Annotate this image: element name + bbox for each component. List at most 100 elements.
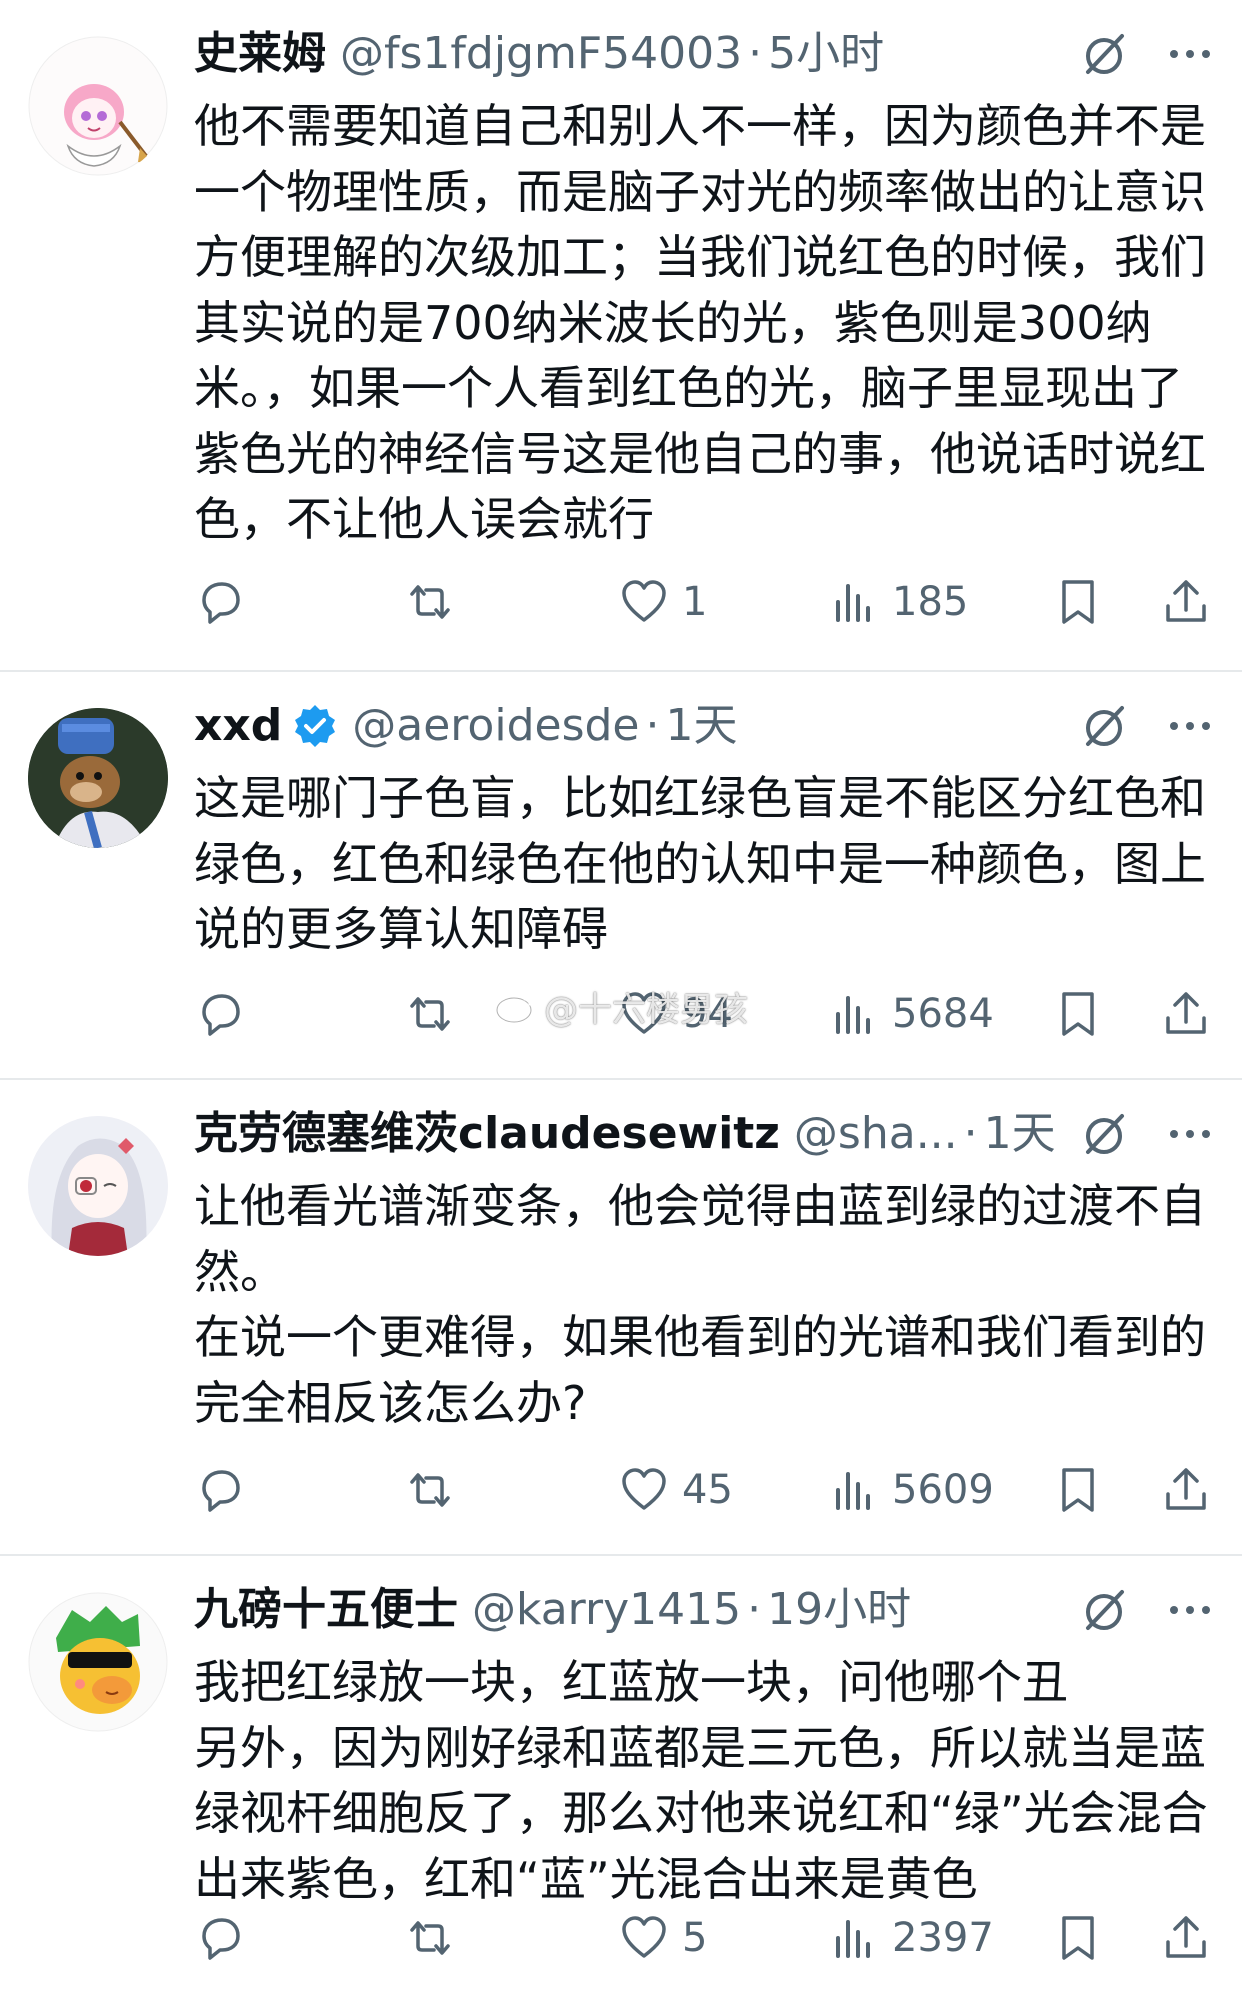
bookmark-button[interactable] [1052, 984, 1104, 1044]
views-icon [836, 1920, 870, 1958]
retweet-button[interactable] [404, 1908, 456, 1968]
views-icon [836, 996, 870, 1034]
share-button[interactable] [1160, 984, 1212, 1044]
like-button[interactable]: 45 [618, 1460, 733, 1520]
reply-icon [202, 1918, 240, 1960]
author-name[interactable]: xxd [194, 694, 282, 758]
heart-icon [622, 1468, 666, 1510]
retweet-icon [410, 997, 450, 1031]
share-icon [1166, 1468, 1206, 1510]
timestamp[interactable]: 19小时 [767, 1578, 911, 1642]
heart-icon [622, 580, 666, 622]
avatar[interactable] [28, 1592, 168, 1732]
bookmark-icon [1062, 992, 1094, 1036]
reply-tweet[interactable]: 九磅十五便士 @karry1415 · 19小时 我把红绿放一块，红蓝放一块，问… [0, 1556, 1242, 2008]
retweet-button[interactable] [404, 572, 456, 632]
tweet-text: 这是哪门子色盲，比如红绿色盲是不能区分红色和绿色，红色和绿色在他的认知中是一种颜… [194, 771, 1206, 956]
separator-dot: · [645, 700, 660, 751]
separator-dot: · [747, 1584, 762, 1635]
avatar[interactable] [28, 708, 168, 848]
tweet-header: 九磅十五便士 @karry1415 · 19小时 [194, 1578, 1222, 1642]
reply-tweet[interactable]: 克劳德塞维茨claudesewitz @sha... · 1天 让他看光谱渐变条… [0, 1080, 1242, 1554]
grok-icon[interactable] [1078, 700, 1130, 752]
avatar[interactable] [28, 36, 168, 176]
views-count: 5609 [892, 1467, 994, 1513]
tweet-text: 他不需要知道自己和别人不一样，因为颜色并不是一个物理性质，而是脑子对光的频率做出… [194, 99, 1206, 546]
more-icon[interactable] [1166, 716, 1214, 736]
author-name[interactable]: 克劳德塞维茨claudesewitz [194, 1102, 780, 1166]
like-button[interactable]: 5 [618, 1908, 707, 1968]
views-count: 2397 [892, 1915, 994, 1961]
like-count: 1 [682, 579, 708, 625]
views-button[interactable]: 2397 [828, 1908, 994, 1968]
author-handle[interactable]: @sha... [794, 1102, 958, 1166]
bookmark-button[interactable] [1052, 572, 1104, 632]
heart-icon [622, 992, 666, 1034]
bookmark-icon [1062, 1468, 1094, 1512]
views-count: 5684 [892, 991, 994, 1037]
action-bar: 94 5684 [194, 984, 1228, 1044]
timestamp[interactable]: 1天 [984, 1102, 1056, 1166]
more-icon[interactable] [1166, 44, 1214, 64]
reply-tweet[interactable]: 史莱姆 @fs1fdjgmF54003 · 5小时 他不需要知道自己和别人不一样… [0, 0, 1242, 670]
author-handle[interactable]: @fs1fdjgmF54003 [340, 22, 742, 86]
reply-tweet[interactable]: xxd @aeroidesde · 1天 这是哪门子色盲，比如红绿色盲是不能区分… [0, 672, 1242, 1078]
author-handle[interactable]: @aeroidesde [352, 694, 639, 758]
views-button[interactable]: 5684 [828, 984, 994, 1044]
retweet-icon [410, 1473, 450, 1507]
action-bar: 45 5609 [194, 1460, 1228, 1520]
timestamp[interactable]: 5小时 [768, 22, 884, 86]
heart-icon [622, 1916, 666, 1958]
grok-icon[interactable] [1078, 1584, 1130, 1636]
more-icon[interactable] [1166, 1124, 1214, 1144]
author-name[interactable]: 史莱姆 [194, 22, 326, 86]
retweet-button[interactable] [404, 984, 456, 1044]
share-button[interactable] [1160, 1460, 1212, 1520]
retweet-icon [410, 585, 450, 619]
views-count: 185 [892, 579, 969, 625]
author-name[interactable]: 九磅十五便士 [194, 1578, 458, 1642]
action-bar: 1 185 [194, 572, 1228, 632]
like-count: 5 [682, 1915, 708, 1961]
verified-badge-icon [295, 705, 336, 747]
reply-icon [202, 994, 240, 1036]
reply-icon [202, 582, 240, 624]
like-count: 94 [682, 991, 733, 1037]
bookmark-icon [1062, 580, 1094, 624]
share-icon [1166, 1916, 1206, 1958]
grok-icon[interactable] [1078, 1108, 1130, 1160]
reply-feed: 史莱姆 @fs1fdjgmF54003 · 5小时 他不需要知道自己和别人不一样… [0, 0, 1242, 2008]
share-button[interactable] [1160, 1908, 1212, 1968]
avatar[interactable] [28, 1116, 168, 1256]
bookmark-button[interactable] [1052, 1460, 1104, 1520]
like-button[interactable]: 94 [618, 984, 733, 1044]
author-handle[interactable]: @karry1415 [472, 1578, 741, 1642]
bookmark-button[interactable] [1052, 1908, 1104, 1968]
tweet-header: 克劳德塞维茨claudesewitz @sha... · 1天 [194, 1102, 1222, 1166]
separator-dot: · [748, 28, 763, 79]
reply-icon [202, 1470, 240, 1512]
share-icon [1166, 992, 1206, 1034]
separator-dot: · [963, 1108, 978, 1159]
action-bar: 5 2397 [194, 1908, 1228, 1968]
reply-button[interactable] [194, 984, 246, 1044]
reply-button[interactable] [194, 572, 246, 632]
tweet-text: 我把红绿放一块，红蓝放一块，问他哪个丑 另外，因为刚好绿和蓝都是三元色，所以就当… [194, 1655, 1208, 1906]
share-button[interactable] [1160, 572, 1212, 632]
bookmark-icon [1062, 1916, 1094, 1960]
share-icon [1166, 580, 1206, 622]
more-icon[interactable] [1166, 1600, 1214, 1620]
like-count: 45 [682, 1467, 733, 1513]
retweet-icon [410, 1921, 450, 1955]
reply-button[interactable] [194, 1908, 246, 1968]
grok-icon[interactable] [1078, 28, 1130, 80]
reply-button[interactable] [194, 1460, 246, 1520]
like-button[interactable]: 1 [618, 572, 707, 632]
tweet-text: 让他看光谱渐变条，他会觉得由蓝到绿的过渡不自然。 在说一个更难得，如果他看到的光… [194, 1179, 1206, 1430]
tweet-header: 史莱姆 @fs1fdjgmF54003 · 5小时 [194, 22, 1222, 86]
retweet-button[interactable] [404, 1460, 456, 1520]
views-icon [836, 1472, 870, 1510]
views-button[interactable]: 5609 [828, 1460, 994, 1520]
timestamp[interactable]: 1天 [666, 694, 738, 758]
views-button[interactable]: 185 [828, 572, 968, 632]
